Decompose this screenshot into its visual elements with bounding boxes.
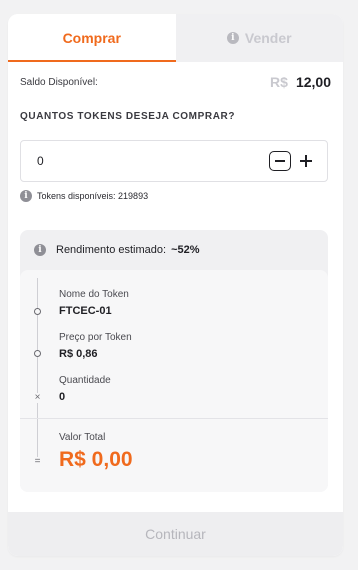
- multiply-icon: ×: [33, 392, 42, 403]
- tab-comprar-label: Comprar: [62, 30, 121, 46]
- token-name-value: FTCEC-01: [59, 305, 112, 317]
- info-icon: i: [20, 190, 32, 202]
- timeline-node: [34, 350, 41, 357]
- tab-vender-label: Vender: [244, 30, 292, 46]
- yield-value: ~52%: [171, 244, 200, 256]
- quantity-question: QUANTOS TOKENS DESEJA COMPRAR?: [20, 111, 236, 122]
- yield-label: Rendimento estimado:: [56, 244, 167, 256]
- summary-details: Nome do Token FTCEC-01 Preço por Token R…: [20, 270, 328, 492]
- token-name-label: Nome do Token: [59, 289, 129, 300]
- quantity-input[interactable]: [37, 154, 197, 168]
- quantity-value: 0: [59, 391, 66, 403]
- tab-vender[interactable]: i Vender: [175, 14, 343, 62]
- equals-icon: =: [33, 456, 42, 467]
- tab-comprar[interactable]: Comprar: [8, 14, 176, 62]
- balance-currency: R$: [270, 74, 288, 90]
- purchase-summary: i Rendimento estimado: ~52% Nome do Toke…: [20, 230, 328, 492]
- price-value: R$ 0,86: [59, 348, 98, 360]
- timeline-node: [34, 308, 41, 315]
- total-label: Valor Total: [59, 432, 106, 443]
- balance-amount: 12,00: [295, 74, 331, 90]
- info-icon: i: [34, 244, 46, 256]
- timeline-line: [37, 278, 38, 458]
- summary-divider: [20, 418, 328, 419]
- tab-bar: Comprar i Vender: [8, 14, 343, 62]
- balance-label: Saldo Disponível:: [20, 76, 98, 88]
- balance-value: R$ 12,00: [270, 74, 331, 90]
- balance-row: Saldo Disponível: R$ 12,00: [8, 71, 343, 93]
- minus-icon: [275, 160, 285, 162]
- quantity-label: Quantidade: [59, 375, 111, 386]
- quantity-stepper: [269, 151, 313, 171]
- estimated-yield: i Rendimento estimado: ~52%: [20, 230, 328, 270]
- info-icon: i: [226, 32, 239, 44]
- continue-button[interactable]: Continuar: [8, 512, 343, 556]
- available-tokens-row: i Tokens disponíveis: 219893: [20, 190, 343, 202]
- available-tokens-text: Tokens disponíveis: 219893: [37, 191, 149, 201]
- price-label: Preço por Token: [59, 332, 132, 343]
- decrement-button[interactable]: [269, 151, 291, 171]
- purchase-card: Comprar i Vender Saldo Disponível: R$ 12…: [8, 14, 343, 556]
- total-value: R$ 0,00: [59, 448, 133, 471]
- increment-button[interactable]: [299, 154, 313, 168]
- quantity-field: [20, 140, 328, 182]
